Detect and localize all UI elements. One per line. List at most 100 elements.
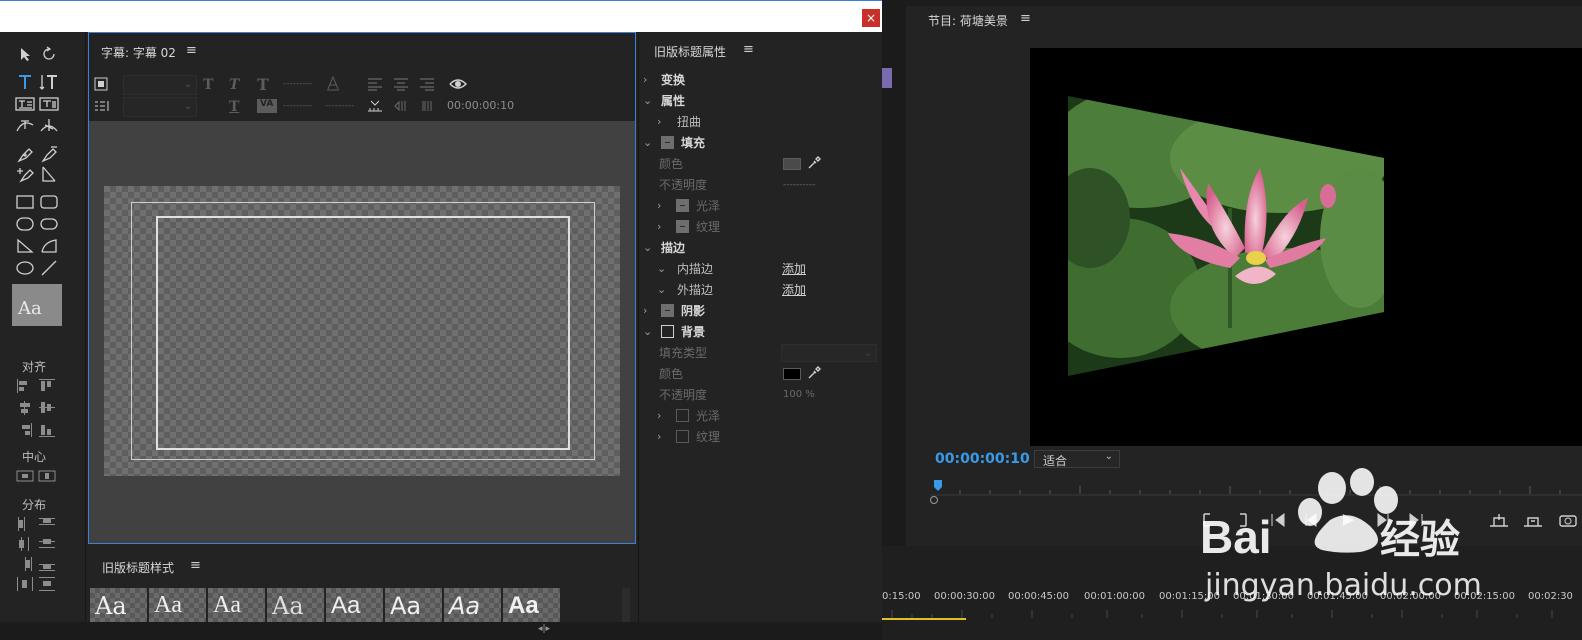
font-style-dropdown[interactable]: ⌄: [123, 97, 197, 117]
vertical-area-type-tool-icon[interactable]: [38, 94, 60, 114]
path-type-tool-icon[interactable]: [14, 116, 36, 136]
bg-color-swatch[interactable]: [783, 368, 801, 380]
background-checkbox[interactable]: [661, 325, 674, 338]
go-to-in-icon[interactable]: [1268, 512, 1288, 528]
style-sample-1[interactable]: Aa: [90, 588, 147, 626]
program-tab-title[interactable]: 节目: 荷塘美景: [928, 12, 1008, 29]
step-forward-icon[interactable]: [1372, 512, 1392, 528]
line-tool-icon[interactable]: [38, 258, 60, 278]
convert-anchor-tool-icon[interactable]: [38, 164, 60, 184]
align-text-right-icon[interactable]: [419, 77, 435, 91]
inner-stroke-row[interactable]: ⌄ 内描边 添加: [639, 259, 883, 279]
align-text-left-icon[interactable]: [367, 77, 383, 91]
delete-anchor-tool-icon[interactable]: [38, 144, 60, 164]
styles-panel-menu-icon[interactable]: ≡: [190, 558, 201, 573]
align-center-h-icon[interactable]: [16, 400, 34, 416]
add-anchor-tool-icon[interactable]: [14, 164, 36, 184]
bg-opacity-value[interactable]: 100 %: [783, 385, 815, 405]
font-size-value[interactable]: ---------: [283, 79, 312, 89]
rotation-tool-icon[interactable]: [38, 44, 60, 64]
fill-opacity-value[interactable]: ----------: [783, 175, 815, 195]
distribute-left-icon[interactable]: [16, 516, 34, 532]
zoom-fit-dropdown[interactable]: 适合 ⌄: [1034, 450, 1120, 468]
caption-panel-menu-icon[interactable]: ≡: [186, 43, 197, 58]
align-top-icon[interactable]: [38, 378, 56, 394]
new-title-icon[interactable]: [94, 77, 108, 91]
vertical-path-type-tool-icon[interactable]: [38, 116, 60, 136]
add-inner-stroke-link[interactable]: 添加: [782, 259, 806, 279]
shadow-checkbox[interactable]: [661, 304, 674, 317]
align-bottom-icon[interactable]: [38, 422, 56, 438]
paragraph-prev-icon[interactable]: [393, 99, 409, 113]
title-canvas[interactable]: [104, 186, 620, 476]
style-sample-5[interactable]: Aa: [326, 588, 383, 626]
bg-gloss-row[interactable]: › 光泽: [639, 406, 883, 426]
style-sample-2[interactable]: Aa: [149, 588, 206, 626]
font-family-dropdown[interactable]: ⌄: [123, 75, 197, 95]
zoom-handle[interactable]: [930, 496, 938, 504]
window-titlebar[interactable]: ×: [0, 0, 882, 32]
paragraph-icon[interactable]: [419, 99, 435, 113]
center-vertical-icon[interactable]: [38, 468, 56, 484]
eyedropper-icon[interactable]: [807, 366, 821, 380]
properties-tab-title[interactable]: 旧版标题属性: [654, 43, 726, 60]
caption-tab-title[interactable]: 字幕: 字幕 02: [101, 44, 176, 61]
background-timecode[interactable]: 00:00:00:10: [447, 99, 514, 112]
properties-section[interactable]: ⌄ 属性: [639, 91, 883, 111]
program-video-frame[interactable]: [1030, 48, 1582, 446]
tab-ruler-icon[interactable]: [367, 99, 383, 113]
program-timecode[interactable]: 00:00:00:10: [935, 451, 1030, 467]
outer-stroke-row[interactable]: ⌄ 外描边 添加: [639, 280, 883, 300]
align-left-icon[interactable]: [16, 378, 34, 394]
bg-gloss-checkbox[interactable]: [676, 409, 689, 422]
fill-gloss-row[interactable]: › 光泽: [639, 196, 883, 216]
leading-value[interactable]: ---------: [283, 101, 312, 111]
fill-color-swatch[interactable]: [783, 158, 801, 170]
distribute-top-icon[interactable]: [38, 516, 56, 532]
selection-tool-icon[interactable]: [14, 44, 36, 64]
italic-icon[interactable]: T: [229, 77, 239, 93]
distribute-right-icon[interactable]: [16, 556, 34, 572]
extract-icon[interactable]: [1522, 512, 1542, 528]
vertical-type-tool-icon[interactable]: [38, 72, 60, 92]
rounded-rect-tool-icon[interactable]: [38, 214, 60, 234]
fill-section[interactable]: ⌄ 填充: [639, 133, 883, 153]
eyedropper-icon[interactable]: [807, 156, 821, 170]
export-frame-icon[interactable]: [1558, 512, 1578, 528]
bg-texture-checkbox[interactable]: [676, 430, 689, 443]
distribute-bottom-icon[interactable]: [38, 556, 56, 572]
tab-stops-icon[interactable]: [94, 99, 110, 113]
resize-handle-icon[interactable]: ◂|▸: [538, 624, 558, 634]
style-sample-6[interactable]: Aa: [385, 588, 442, 626]
stroke-section[interactable]: ⌄ 描边: [639, 238, 883, 258]
style-sample-4[interactable]: Aa: [267, 588, 324, 626]
bg-texture-row[interactable]: › 纹理: [639, 427, 883, 447]
bg-fill-type-dropdown[interactable]: ⌄: [781, 344, 877, 362]
add-outer-stroke-link[interactable]: 添加: [782, 280, 806, 300]
bold-icon[interactable]: T: [203, 77, 213, 93]
fill-texture-row[interactable]: › 纹理: [639, 217, 883, 237]
program-panel-menu-icon[interactable]: ≡: [1020, 11, 1031, 26]
distribute-h-spacing-icon[interactable]: [16, 576, 34, 592]
align-text-center-icon[interactable]: [393, 77, 409, 91]
fill-checkbox[interactable]: [661, 136, 674, 149]
wedge-tool-icon[interactable]: [14, 236, 36, 256]
distribute-center-v-icon[interactable]: [38, 536, 56, 552]
distribute-center-h-icon[interactable]: [16, 536, 34, 552]
style-sample-7[interactable]: Aa: [444, 588, 501, 626]
mark-out-icon[interactable]: [1232, 512, 1252, 528]
clipped-corner-rect-tool-icon[interactable]: [14, 214, 36, 234]
properties-panel-menu-icon[interactable]: ≡: [743, 42, 754, 57]
program-time-ruler[interactable]: [930, 478, 1582, 504]
arc-tool-icon[interactable]: [38, 236, 60, 256]
fill-gloss-checkbox[interactable]: [676, 199, 689, 212]
background-section[interactable]: ⌄ 背景: [639, 322, 883, 342]
transform-section[interactable]: › 变换: [639, 70, 883, 90]
distribute-v-spacing-icon[interactable]: [38, 576, 56, 592]
style-sample-3[interactable]: Aa: [208, 588, 265, 626]
underline-icon[interactable]: T: [229, 99, 239, 115]
styles-tab-title[interactable]: 旧版标题样式: [102, 559, 174, 576]
close-button[interactable]: ×: [862, 9, 880, 27]
pen-tool-icon[interactable]: [14, 144, 36, 164]
type-tool-icon[interactable]: [14, 72, 36, 92]
